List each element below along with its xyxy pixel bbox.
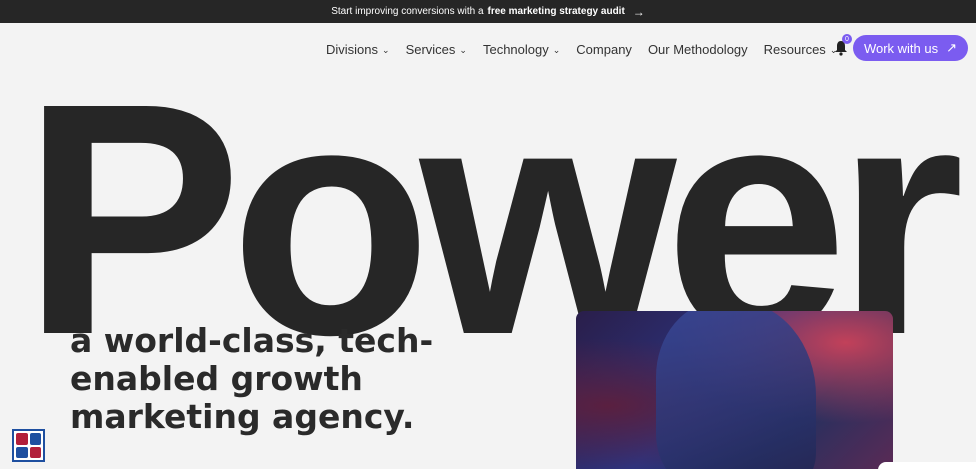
announcement-bar[interactable]: Start improving conversions with a free … bbox=[0, 0, 976, 23]
a11y-quadrant bbox=[16, 446, 28, 458]
a11y-quadrant bbox=[29, 433, 41, 445]
announcement-text: Start improving conversions with a bbox=[331, 6, 484, 17]
arrow-right-icon: → bbox=[632, 4, 645, 19]
a11y-quadrant bbox=[16, 433, 28, 445]
announcement-link[interactable]: free marketing strategy audit bbox=[488, 6, 625, 17]
video-figure bbox=[656, 311, 816, 469]
hero-subheading: a world-class, tech-enabled growth marke… bbox=[70, 321, 434, 436]
hero-video[interactable] bbox=[576, 311, 893, 469]
a11y-quadrant bbox=[29, 446, 41, 458]
accessibility-widget-icon[interactable] bbox=[12, 429, 45, 462]
floating-panel-edge bbox=[878, 462, 976, 469]
